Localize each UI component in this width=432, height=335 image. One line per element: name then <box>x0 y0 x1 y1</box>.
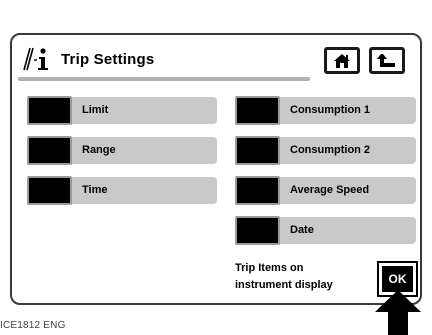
item-indicator <box>235 176 280 205</box>
footer-line-2: instrument display <box>235 279 333 291</box>
title-divider <box>18 77 310 81</box>
figure-code: ICE1812 ENG <box>0 320 66 331</box>
trip-item-average-speed[interactable]: Average Speed <box>235 176 416 205</box>
item-indicator <box>27 176 72 205</box>
item-indicator <box>235 136 280 165</box>
item-label: Date <box>290 224 314 236</box>
item-indicator <box>235 96 280 125</box>
item-label: Limit <box>82 104 109 116</box>
item-label: Time <box>82 184 108 196</box>
back-button[interactable] <box>369 47 405 74</box>
item-indicator <box>27 136 72 165</box>
item-label: Consumption 1 <box>290 104 371 116</box>
trip-item-consumption-2[interactable]: Consumption 2 <box>235 136 416 165</box>
trip-item-consumption-1[interactable]: Consumption 1 <box>235 96 416 125</box>
trip-item-date[interactable]: Date <box>235 216 416 245</box>
footer-line-1: Trip Items on <box>235 262 304 274</box>
page-title: Trip Settings <box>61 51 155 68</box>
trip-info-icon <box>23 47 48 71</box>
pointer-arrow-icon <box>375 290 421 335</box>
item-label: Consumption 2 <box>290 144 371 156</box>
trip-settings-screen: Trip Settings Limit Range Time Consumpti… <box>10 33 422 305</box>
back-arrow-icon <box>377 53 395 67</box>
home-button[interactable] <box>324 47 360 74</box>
trip-item-time[interactable]: Time <box>27 176 217 205</box>
item-label: Average Speed <box>290 184 370 196</box>
item-indicator <box>235 216 280 245</box>
trip-item-range[interactable]: Range <box>27 136 217 165</box>
trip-item-limit[interactable]: Limit <box>27 96 217 125</box>
footer-caption: Trip Items on instrument display <box>235 260 333 294</box>
item-label: Range <box>82 144 116 156</box>
home-icon <box>334 53 350 68</box>
item-indicator <box>27 96 72 125</box>
